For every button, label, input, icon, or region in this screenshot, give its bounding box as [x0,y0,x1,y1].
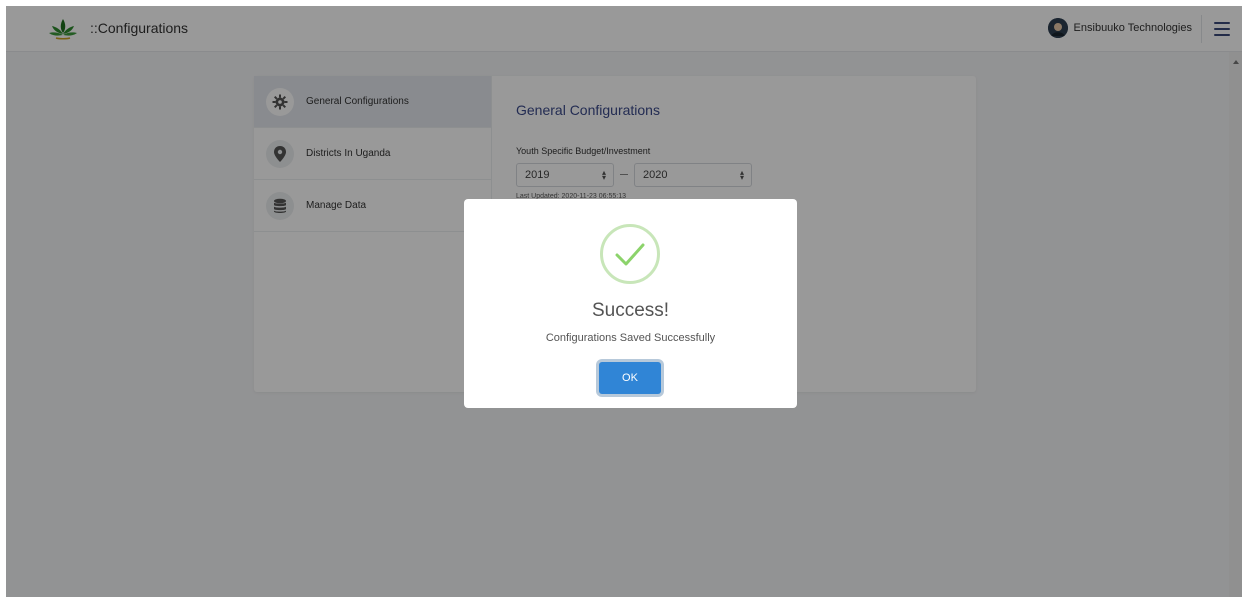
success-check-icon [600,224,660,284]
success-dialog: Success! Configurations Saved Successful… [464,199,797,408]
app-frame: ::Configurations Ensibuuko Technologies [6,6,1242,597]
ok-button[interactable]: OK [599,362,661,394]
dialog-title: Success! [591,300,670,321]
dialog-message: Configurations Saved Successfully [545,332,716,344]
